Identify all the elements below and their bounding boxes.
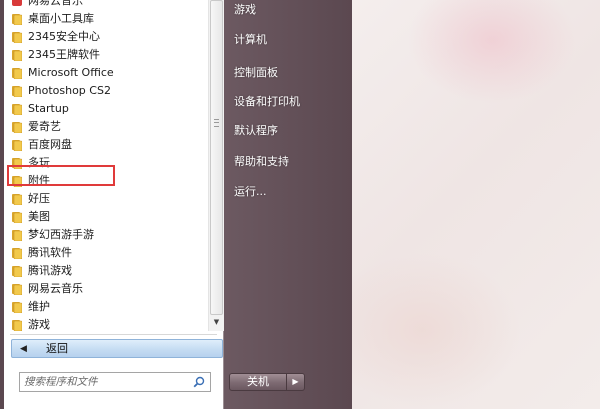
program-item[interactable]: 腾讯软件 [4, 244, 208, 262]
menu-item-games[interactable]: 游戏 [234, 1, 256, 19]
program-item-label: 2345安全中心 [28, 30, 100, 43]
desktop-wallpaper [352, 0, 600, 409]
menu-item-help-support[interactable]: 帮助和支持 [234, 153, 289, 171]
folder-icon [12, 139, 23, 152]
program-item[interactable]: 网易云音乐 [4, 0, 208, 10]
menu-item-computer[interactable]: 计算机 [234, 31, 267, 49]
program-item[interactable]: 好压 [4, 190, 208, 208]
shutdown-group: 关机 ▶ [229, 373, 309, 391]
search-input[interactable] [24, 374, 184, 390]
folder-icon [12, 265, 23, 278]
search-icon[interactable] [193, 376, 205, 388]
scrollbar-thumb[interactable] [210, 0, 223, 315]
program-item-label: 梦幻西游手游 [28, 228, 94, 241]
right-pane: 游戏 计算机 控制面板 设备和打印机 默认程序 帮助和支持 运行... 关机 ▶ [224, 0, 352, 409]
folder-icon [12, 211, 23, 224]
programs-pane: 网易云音乐 桌面小工具库 2345安全中心 2345王牌软件 Microsoft Off… [4, 0, 224, 409]
start-menu: 网易云音乐 桌面小工具库 2345安全中心 2345王牌软件 Microsoft Off… [0, 0, 352, 409]
program-item[interactable]: 网易云音乐 [4, 280, 208, 298]
menu-item-run[interactable]: 运行... [234, 183, 267, 201]
folder-icon [12, 13, 23, 26]
program-item-label: 2345王牌软件 [28, 48, 100, 61]
program-item-label: 爱奇艺 [28, 120, 61, 133]
program-item[interactable]: 梦幻西游手游 [4, 226, 208, 244]
program-item-label: 好压 [28, 192, 50, 205]
grip-icon [214, 119, 219, 127]
program-item-label: 桌面小工具库 [28, 12, 94, 25]
folder-icon [12, 49, 23, 62]
back-button[interactable]: ◀ 返回 [11, 339, 223, 358]
app-icon [12, 0, 22, 6]
highlight-annotation [7, 165, 115, 186]
program-item[interactable]: 百度网盘 [4, 136, 208, 154]
shutdown-button[interactable]: 关机 [229, 373, 287, 391]
folder-icon [12, 247, 23, 260]
program-list-scrollbar[interactable]: ▼ [208, 0, 224, 331]
folder-icon [12, 193, 23, 206]
program-item[interactable]: 爱奇艺 [4, 118, 208, 136]
program-item-label: 网易云音乐 [28, 0, 83, 7]
folder-icon [12, 283, 23, 296]
program-item[interactable]: Microsoft Office [4, 64, 208, 82]
program-item[interactable]: 游戏 [4, 316, 208, 334]
program-item[interactable]: 美图 [4, 208, 208, 226]
program-item[interactable]: 腾讯游戏 [4, 262, 208, 280]
folder-icon [12, 121, 23, 134]
search-box[interactable] [19, 372, 211, 392]
folder-icon [12, 67, 23, 80]
scroll-down-arrow-icon[interactable]: ▼ [210, 315, 223, 329]
program-item[interactable]: Photoshop CS2 [4, 82, 208, 100]
program-item-label: 美图 [28, 210, 50, 223]
program-item[interactable]: 2345王牌软件 [4, 46, 208, 64]
program-item-label: 游戏 [28, 318, 50, 331]
program-item-label: Microsoft Office [28, 66, 114, 79]
program-item-label: Startup [28, 102, 69, 115]
program-item[interactable]: 维护 [4, 298, 208, 316]
program-item-label: 维护 [28, 300, 50, 313]
program-item[interactable]: Startup [4, 100, 208, 118]
back-button-label: 返回 [46, 342, 68, 355]
program-item-label: 腾讯软件 [28, 246, 72, 259]
folder-icon [12, 319, 23, 332]
menu-item-default-programs[interactable]: 默认程序 [234, 122, 278, 140]
shutdown-options-arrow-icon[interactable]: ▶ [287, 373, 305, 391]
program-item[interactable]: 2345安全中心 [4, 28, 208, 46]
folder-icon [12, 301, 23, 314]
folder-icon [12, 103, 23, 116]
menu-item-control-panel[interactable]: 控制面板 [234, 64, 278, 82]
folder-icon [12, 31, 23, 44]
program-item-label: 腾讯游戏 [28, 264, 72, 277]
folder-icon [12, 85, 23, 98]
menu-item-devices-printers[interactable]: 设备和打印机 [234, 93, 300, 111]
back-arrow-icon: ◀ [20, 344, 27, 354]
program-item-label: Photoshop CS2 [28, 84, 111, 97]
program-item-label: 网易云音乐 [28, 282, 83, 295]
program-item-label: 百度网盘 [28, 138, 72, 151]
divider [10, 334, 217, 335]
program-item[interactable]: 桌面小工具库 [4, 10, 208, 28]
folder-icon [12, 229, 23, 242]
